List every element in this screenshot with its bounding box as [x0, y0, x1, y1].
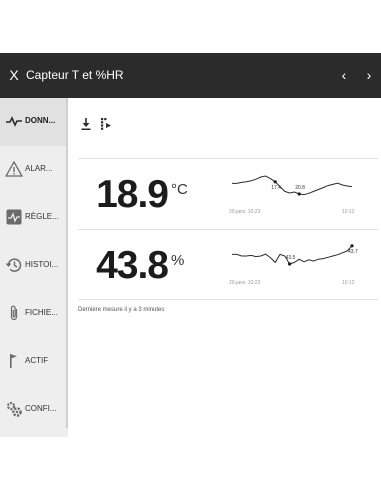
sparkline-max-point [297, 192, 301, 196]
sidebar-item-reglages[interactable]: RÈGLE... [0, 194, 68, 242]
humidity-start-time: 20-janv. 10:23 [229, 280, 261, 286]
sidebar-item-label: FICHIE... [25, 308, 58, 317]
previous-button[interactable]: ‹ [337, 66, 351, 84]
temperature-start-time: 20-janv. 10:23 [229, 209, 261, 215]
paperclip-icon [5, 304, 23, 322]
page-title: Capteur T et %HR [26, 68, 124, 82]
main-content: 18.9 °C 20.8 17.4 20-janv. 10:23 10:12 4… [68, 98, 381, 437]
export-icon[interactable] [100, 117, 112, 131]
temperature-unit: °C [171, 181, 188, 198]
cogs-icon [5, 400, 23, 418]
humidity-sparkline [228, 236, 363, 286]
flag-icon [5, 352, 23, 370]
app-header: X Capteur T et %HR ‹ › [0, 53, 381, 98]
sidebar-item-label: ACTIF [25, 356, 49, 365]
sidebar: DONN... ALAR... RÈGLE... HISTOI... FICHI [0, 98, 69, 437]
humidity-unit: % [171, 252, 185, 269]
temperature-max-label: 20.8 [295, 184, 305, 191]
sidebar-item-label: ALAR... [25, 164, 53, 173]
divider [78, 299, 378, 300]
app-window: X Capteur T et %HR ‹ › DONN... ALAR... R… [0, 53, 381, 437]
temperature-value: 18.9 [96, 173, 169, 216]
sidebar-item-label: RÈGLE... [25, 212, 59, 221]
temperature-card[interactable]: 18.9 °C 20.8 17.4 20-janv. 10:23 10:12 [78, 158, 378, 228]
download-icon[interactable] [80, 117, 92, 131]
sidebar-item-donnees[interactable]: DONN... [0, 98, 68, 146]
sidebar-item-configuration[interactable]: CONFI... [0, 386, 68, 434]
humidity-end-time: 10:12 [342, 280, 355, 286]
humidity-card[interactable]: 43.8 % 43.5 43.7 20-janv. 10:23 10:12 [78, 229, 378, 299]
activity-icon [5, 112, 23, 130]
humidity-min-label: 43.7 [348, 248, 358, 255]
next-button[interactable]: › [362, 66, 376, 84]
close-button[interactable]: X [6, 66, 22, 84]
temperature-end-time: 10:12 [342, 209, 355, 215]
sidebar-item-actif[interactable]: ACTIF [0, 338, 68, 386]
sparkline-min-point [350, 244, 354, 248]
temperature-min-label: 17.4 [271, 184, 281, 191]
last-measurement-status: Dernière mesure il y a 3 minutes [78, 307, 165, 313]
sidebar-item-historique[interactable]: HISTOI... [0, 242, 68, 290]
history-icon [5, 256, 23, 274]
sidebar-item-label: HISTOI... [25, 260, 59, 269]
warning-icon [5, 160, 23, 178]
sparkline-max-point [288, 262, 292, 266]
sidebar-item-label: CONFI... [25, 404, 57, 413]
sparkline-min-point [273, 180, 277, 184]
sidebar-item-alarmes[interactable]: ALAR... [0, 146, 68, 194]
sidebar-item-fichiers[interactable]: FICHIE... [0, 290, 68, 338]
humidity-max-label: 43.5 [285, 255, 296, 261]
settings-pulse-icon [5, 208, 23, 226]
sidebar-item-label: DONN... [25, 116, 56, 125]
sparkline-series [232, 175, 353, 196]
humidity-value: 43.8 [96, 244, 169, 287]
